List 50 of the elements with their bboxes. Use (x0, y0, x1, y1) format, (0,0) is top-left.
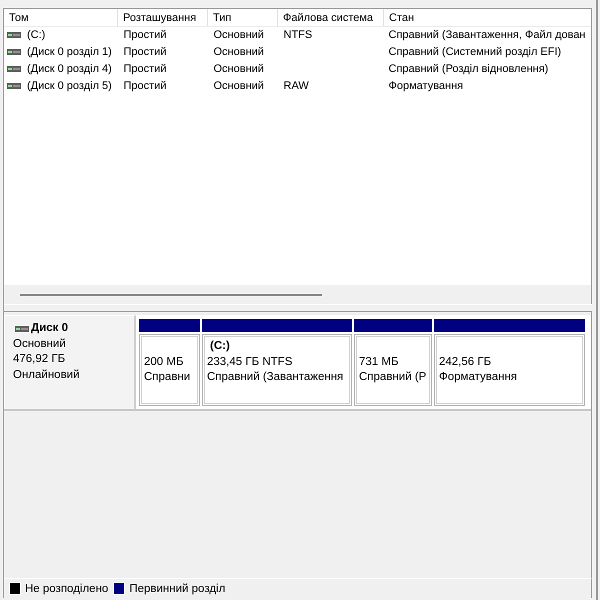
table-cell: Простий (124, 46, 166, 58)
drive-icon (7, 66, 21, 72)
volume-name: (C:) (27, 29, 46, 42)
partition-size: 233,45 ГБ NTFS (207, 354, 294, 370)
partition-label: (C:) (209, 339, 231, 354)
partition-status: Форматування (439, 370, 518, 385)
column-header[interactable]: Том (4, 9, 118, 26)
table-row[interactable]: (Диск 0 розділ 5) Простий Основний RAW Форматування (4, 78, 591, 94)
table-row[interactable]: (Диск 0 розділ 1) Простий Основний Справний (Системний розділ EFI) (4, 44, 591, 60)
volume-name: (Диск 0 розділ 5) (27, 80, 112, 92)
table-cell: Простий (124, 29, 166, 42)
table-cell: Форматування (388, 80, 464, 92)
volume-name: (Диск 0 розділ 1) (27, 46, 112, 58)
table-row[interactable]: (C:) Простий Основний NTFS Справний (Завантаження, Файл дован (4, 26, 591, 44)
column-header[interactable]: Файлова система (278, 9, 384, 26)
legend-label: Первинний розділ (129, 582, 226, 594)
column-header[interactable]: Стан (384, 9, 591, 26)
table-cell: Справний (Розділ відновлення) (388, 63, 548, 75)
partition-size: 200 МБ (144, 354, 185, 370)
drive-icon (7, 83, 21, 89)
column-header[interactable]: Тип (208, 9, 278, 26)
drive-icon (7, 49, 21, 55)
column-header[interactable]: Розташування (118, 9, 208, 26)
table-cell: NTFS (284, 29, 312, 42)
partition-size: 242,56 ГБ (439, 354, 492, 370)
disk-size: 476,92 ГБ (13, 352, 66, 367)
table-cell: Простий (124, 63, 166, 75)
table-cell: Справний (Завантаження, Файл дован (388, 29, 586, 42)
splitter-bar[interactable] (4, 304, 592, 312)
table-cell: Справний (Системний розділ EFI) (388, 46, 562, 58)
partition-status: Справний (Р (359, 370, 428, 385)
table-cell: Основний (214, 63, 264, 75)
partition-status: Справни (144, 370, 192, 385)
disk-info-panel[interactable]: Диск 0 Основний 476,92 ГБ Онлайновий (4, 315, 136, 409)
partition-status: Справний (Завантаження (207, 370, 344, 385)
table-cell: RAW (284, 80, 309, 92)
legend-label: Не розподілено (25, 582, 108, 594)
drive-icon (7, 32, 21, 38)
table-cell: Основний (214, 80, 264, 92)
table-cell: Простий (124, 80, 166, 92)
disk-type: Основний (13, 336, 67, 352)
partition-size: 731 МБ (359, 354, 400, 370)
table-row[interactable]: (Диск 0 розділ 4) Простий Основний Справний (Розділ відновлення) (4, 60, 591, 78)
disk-state: Онлайновий (13, 368, 81, 382)
table-cell: Основний (214, 29, 264, 42)
disk-name: Диск 0 (31, 321, 68, 336)
table-cell: Основний (214, 46, 264, 58)
scrollbar-thumb[interactable] (20, 294, 322, 296)
volume-name: (Диск 0 розділ 4) (27, 63, 112, 75)
partition-bar (139, 319, 200, 332)
